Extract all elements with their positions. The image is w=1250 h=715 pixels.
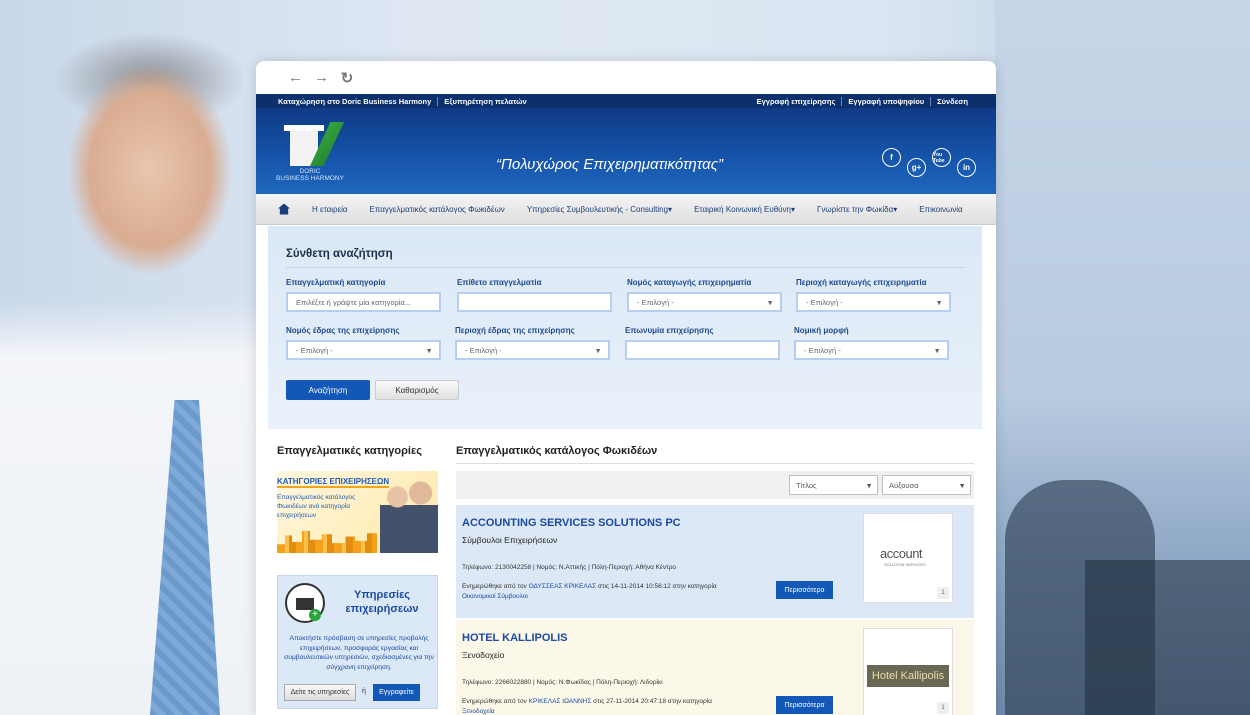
linkedin-icon[interactable]: in: [957, 158, 976, 177]
youtube-icon[interactable]: You Tube: [932, 148, 951, 167]
nav-item-fokida[interactable]: Γνωρίστε την Φωκίδα▾: [806, 205, 908, 214]
background-blurred-monitor: [1085, 560, 1250, 715]
sort-order-select[interactable]: Αύξουσα ▾: [882, 475, 971, 495]
hq-area-select[interactable]: - Επιλογή - ▾: [455, 340, 610, 360]
field-label-hq-prefecture: Νομός έδρας της επιχείρησης: [286, 326, 400, 335]
nav-item-contact[interactable]: Επικοινωνία: [908, 205, 973, 214]
services-title: Υπηρεσίες επιχειρήσεων: [345, 589, 419, 615]
home-icon[interactable]: [278, 203, 290, 215]
field-label-origin-area: Περιοχή καταγωγής επιχειρηματία: [796, 278, 927, 287]
field-label-legal-form: Νομική μορφή: [794, 326, 849, 335]
forward-arrow-icon[interactable]: →: [314, 69, 329, 86]
updated-by-link[interactable]: ΟΔΥΣΣΕΑΣ ΚΡΙΚΕΛΑΣ: [529, 583, 597, 590]
category-input[interactable]: Επιλέξτε ή γράψτε μία κατηγορία...: [286, 292, 441, 312]
origin-area-select[interactable]: - Επιλογή - ▾: [796, 292, 951, 312]
advanced-search-panel: Σύνθετη αναζήτηση Επαγγελματική κατηγορί…: [268, 226, 982, 429]
topbar-link-listing[interactable]: Καταχώρηση στο Doric Business Harmony: [278, 97, 437, 106]
briefcase-icon: [285, 583, 325, 623]
sort-field-select[interactable]: Τίτλος ▾: [789, 475, 878, 495]
divider: [286, 267, 964, 268]
dropdown-arrow-icon: ▾: [960, 480, 964, 490]
topbar-link-register-candidate[interactable]: Εγγραφή υποψηφίου: [841, 96, 930, 106]
field-label-origin-prefecture: Νομός καταγωγής επιχειρηματία: [627, 278, 752, 287]
listing-name[interactable]: HOTEL KALLIPOLIS: [462, 632, 568, 644]
origin-prefecture-select[interactable]: - Επιλογή - ▾: [627, 292, 782, 312]
company-logo[interactable]: account SOLUTION SERVICES 1: [863, 513, 953, 603]
see-services-button[interactable]: Δείτε τις υπηρεσίες: [284, 684, 356, 701]
directory-title: Επαγγελματικός κατάλογος Φωκιδέων: [456, 445, 974, 464]
legal-form-select[interactable]: - Επιλογή - ▾: [794, 340, 949, 360]
topbar-link-register-business[interactable]: Εγγραφή επιχείρησης: [757, 97, 842, 106]
listing-info: Τηλέφωνο: 2266022880 | Νομός: Ν.Φωκίδας …: [462, 679, 663, 686]
browser-toolbar: ← → ↻: [256, 61, 996, 94]
top-bar: Καταχώρηση στο Doric Business Harmony Εξ…: [256, 94, 996, 108]
logo-text: DORIC BUSINESS HARMONY: [276, 168, 344, 182]
company-logo[interactable]: Hotel Kallipolis 1: [863, 628, 953, 715]
city-skyline-graphic: [277, 531, 377, 553]
surname-input[interactable]: [457, 292, 612, 312]
more-button[interactable]: Περισσότερα: [776, 581, 833, 599]
dropdown-arrow-icon: ▾: [867, 480, 871, 490]
search-button[interactable]: Αναζήτηση: [286, 380, 370, 400]
image-count-badge: 1: [937, 587, 949, 599]
listing-category: Ξενοδοχείο: [462, 650, 505, 660]
search-title: Σύνθετη αναζήτηση: [286, 248, 393, 260]
or-label: ή: [362, 688, 366, 695]
register-button[interactable]: Εγγραφείτε: [373, 684, 420, 701]
services-text: Αποκτήστε πρόσβαση σε υπηρεσίες προβολής…: [284, 635, 434, 671]
site-slogan: “Πολυχώρος Επιχειρηματικότητας”: [496, 156, 724, 173]
dropdown-arrow-icon: ▾: [596, 345, 600, 355]
social-links: f g+ You Tube in: [882, 148, 976, 177]
listing-updated: Ενημερώθηκε από τον ΚΡΙΚΕΛΑΣ ΙΩΑΝΝΗΣ στι…: [462, 698, 712, 715]
reload-icon[interactable]: ↻: [340, 69, 354, 87]
listing-item: ACCOUNTING SERVICES SOLUTIONS PC Σύμβουλ…: [456, 505, 974, 618]
nav-item-directory[interactable]: Επαγγελματικός κατάλογος Φωκιδέων: [359, 205, 516, 214]
company-name-input[interactable]: [625, 340, 780, 360]
clear-button[interactable]: Καθαρισμός: [375, 380, 459, 400]
background-office-photo: [995, 0, 1250, 715]
facebook-icon[interactable]: f: [882, 148, 901, 167]
more-button[interactable]: Περισσότερα: [776, 696, 833, 714]
sort-bar: Τίτλος ▾ Αύξουσα ▾: [456, 471, 974, 499]
dropdown-arrow-icon: ▾: [935, 345, 939, 355]
google-plus-icon[interactable]: g+: [907, 158, 926, 177]
browser-window: ← → ↻ Καταχώρηση στο Doric Business Harm…: [256, 61, 996, 715]
topbar-link-login[interactable]: Σύνδεση: [930, 96, 974, 106]
back-arrow-icon[interactable]: ←: [288, 69, 303, 86]
site-header: DORIC BUSINESS HARMONY “Πολυχώρος Επιχει…: [256, 108, 996, 194]
categories-title: Επαγγελματικές κατηγορίες: [277, 445, 422, 457]
listing-item: HOTEL KALLIPOLIS Ξενοδοχείο Τηλέφωνο: 22…: [456, 620, 974, 715]
services-box: Υπηρεσίες επιχειρήσεων Αποκτήστε πρόσβασ…: [277, 575, 438, 709]
topbar-link-support[interactable]: Εξυπηρέτηση πελατών: [437, 96, 532, 106]
nav-item-consulting[interactable]: Υπηρεσίες Συμβουλευτικής - Consulting▾: [516, 205, 683, 214]
left-sidebar: Επαγγελματικές κατηγορίες ΚΑΤΗΓΟΡΙΕΣ ΕΠΙ…: [277, 441, 439, 709]
banner-title: ΚΑΤΗΓΟΡΙΕΣ ΕΠΙΧΕΙΡΗΣΕΩΝ: [277, 477, 390, 488]
main-nav: Η εταιρεία Επαγγελματικός κατάλογος Φωκι…: [256, 194, 996, 225]
business-people-image: [380, 473, 438, 553]
dropdown-arrow-icon: ▾: [768, 297, 772, 307]
category-link[interactable]: Ξενοδοχεία: [462, 708, 495, 715]
directory-main: Επαγγελματικός κατάλογος Φωκιδέων Τίτλος…: [456, 441, 974, 715]
categories-banner[interactable]: ΚΑΤΗΓΟΡΙΕΣ ΕΠΙΧΕΙΡΗΣΕΩΝ Επαγγελματικός κ…: [277, 471, 438, 553]
listing-info: Τηλέφωνο: 2130042258 | Νομός: Ν.Αττικής …: [462, 564, 677, 571]
nav-item-company[interactable]: Η εταιρεία: [301, 205, 359, 214]
site-logo[interactable]: DORIC BUSINESS HARMONY: [270, 122, 350, 182]
listing-name[interactable]: ACCOUNTING SERVICES SOLUTIONS PC: [462, 517, 681, 529]
updated-by-link[interactable]: ΚΡΙΚΕΛΑΣ ΙΩΑΝΝΗΣ: [529, 698, 592, 705]
field-label-hq-area: Περιοχή έδρας της επιχείρησης: [455, 326, 575, 335]
listing-updated: Ενημερώθηκε από τον ΟΔΥΣΣΕΑΣ ΚΡΙΚΕΛΑΣ στ…: [462, 583, 717, 600]
hq-prefecture-select[interactable]: - Επιλογή - ▾: [286, 340, 441, 360]
dropdown-arrow-icon: ▾: [937, 297, 941, 307]
banner-text: Επαγγελματικός κατάλογος Φωκιδέων ανά κα…: [277, 494, 356, 519]
image-count-badge: 1: [937, 702, 949, 714]
category-link[interactable]: Οικονομικοί Σύμβουλοι: [462, 593, 528, 600]
field-label-company-name: Επωνυμία επιχείρησης: [625, 326, 714, 335]
nav-item-csr[interactable]: Εταιρική Κοινωνική Ευθύνη▾: [683, 205, 806, 214]
field-label-category: Επαγγελματική κατηγορία: [286, 278, 386, 287]
background-person-photo: [0, 0, 300, 715]
listing-category: Σύμβουλοι Επιχειρήσεων: [462, 535, 558, 545]
field-label-surname: Επίθετο επαγγελματία: [457, 278, 542, 287]
dropdown-arrow-icon: ▾: [427, 345, 431, 355]
